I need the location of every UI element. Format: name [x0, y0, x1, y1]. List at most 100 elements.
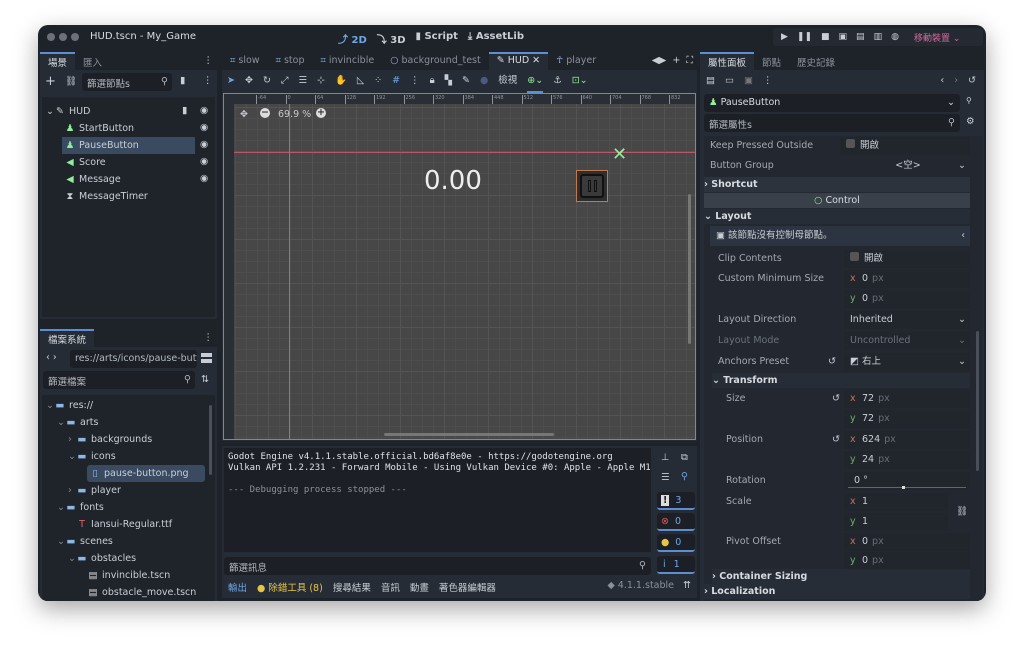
attach-script-icon[interactable]: ▮: [180, 75, 185, 86]
canvas-grid[interactable]: ✥ − 69.9 % + 0.00 ✕: [234, 104, 695, 439]
file-item[interactable]: ⌄ ▬ arts: [42, 414, 215, 431]
copy-icon[interactable]: ⧉: [681, 452, 688, 463]
tab-history[interactable]: 歷史記錄: [789, 52, 843, 70]
size-y[interactable]: y 72 px: [844, 410, 970, 428]
visibility-icon[interactable]: ◉: [200, 139, 208, 150]
file-filter-input[interactable]: 篩選檔案 ⚲: [43, 371, 195, 389]
script-icon[interactable]: ▮: [182, 105, 187, 116]
file-item[interactable]: ▤ obstacle_move.tscn: [42, 584, 215, 601]
reset-icon[interactable]: ↺: [828, 352, 836, 372]
workspace-3d[interactable]: ⤵ 3D: [377, 31, 406, 46]
scene-node[interactable]: ◀ Score: [42, 154, 215, 171]
pan-tool-icon[interactable]: ✋: [335, 71, 347, 91]
tab-scene[interactable]: 場景: [40, 52, 76, 70]
movie-icon[interactable]: ◍: [891, 32, 899, 42]
scale-y[interactable]: y1: [844, 513, 948, 531]
scene-filter-input[interactable]: 篩選節點s ⚲: [82, 73, 172, 91]
score-label[interactable]: 0.00: [424, 166, 482, 196]
bottom-tab[interactable]: ● 除錯工具 (8): [257, 580, 323, 594]
visibility-icon[interactable]: ◉: [200, 105, 208, 116]
filter-info-toggle[interactable]: i1: [657, 556, 695, 574]
link-icon[interactable]: ⛓: [65, 76, 77, 87]
scene-tab[interactable]: ☥ player: [548, 52, 604, 70]
pause-icon[interactable]: ❚❚: [797, 32, 812, 42]
lock-icon[interactable]: 🔒︎: [430, 71, 435, 91]
bottom-tab[interactable]: 著色器編輯器: [439, 580, 496, 594]
bottom-tab[interactable]: 搜尋結果: [333, 580, 371, 594]
pivot-y[interactable]: y 0 px: [844, 552, 970, 570]
file-item[interactable]: ▯ pause-button.png: [87, 465, 205, 482]
clear-icon[interactable]: ⊥: [661, 452, 669, 463]
viewport-vscrollbar[interactable]: [688, 194, 691, 344]
stop-icon[interactable]: ■: [821, 32, 830, 42]
tab-inspector[interactable]: 屬性面板: [700, 52, 755, 70]
scrollbar[interactable]: [976, 331, 979, 471]
section-layout[interactable]: ⌄ Layout: [704, 209, 970, 224]
filter-warnings-toggle[interactable]: ● 0: [657, 534, 695, 552]
canvas-viewport[interactable]: -64 0 64 128 192 256 320 384 448 512 576 640 704 768 8…: [223, 93, 696, 440]
file-item[interactable]: › ▬ player: [42, 482, 215, 499]
play-custom-icon[interactable]: ▥: [874, 32, 883, 42]
scale-x[interactable]: x1: [844, 493, 948, 511]
section-transform[interactable]: ⌄ Transform: [712, 373, 970, 388]
scene-node[interactable]: ♟ StartButton: [42, 120, 215, 137]
pivot-x[interactable]: x 0 px: [844, 533, 970, 551]
center-view-icon[interactable]: ✥: [240, 109, 248, 120]
dock-menu-icon[interactable]: ⋮: [200, 52, 218, 70]
layout-presets-icon[interactable]: ⊡⌄: [572, 71, 588, 91]
anchor-handles-icon[interactable]: ✕: [612, 144, 627, 165]
file-item[interactable]: › ▬ backgrounds: [42, 431, 215, 448]
scene-tab[interactable]: ⌗ slow: [222, 52, 268, 70]
add-node-button[interactable]: +: [45, 74, 56, 89]
pivot-tool-icon[interactable]: ⊹: [317, 71, 325, 91]
file-item[interactable]: ⌄ ▬ res://: [42, 397, 215, 414]
button-group-select[interactable]: <空> ⌄: [840, 157, 970, 175]
section-shortcut[interactable]: › Shortcut: [704, 177, 970, 192]
scroll-tabs-icon[interactable]: ◀▶: [652, 55, 667, 66]
zoom-in-icon[interactable]: +: [316, 108, 326, 118]
workspace-2d[interactable]: ⤴ 2D: [338, 31, 367, 46]
section-localization[interactable]: › Localization: [704, 584, 970, 599]
open-icon[interactable]: ▭: [725, 75, 734, 86]
container-anchor-icon[interactable]: ⊕⌄: [527, 71, 544, 93]
back-icon[interactable]: ‹: [940, 75, 944, 86]
play-scene-icon[interactable]: ▤: [856, 32, 865, 42]
file-item[interactable]: ⌄ ▬ scenes: [42, 533, 215, 550]
new-tab-icon[interactable]: +: [672, 55, 680, 66]
close-icon[interactable]: ✕: [532, 55, 540, 66]
keep-pressed-checkbox[interactable]: 開啟: [840, 137, 970, 155]
traffic-lights[interactable]: [47, 33, 79, 44]
visibility-icon[interactable]: ◉: [200, 122, 208, 133]
vertical-ruler[interactable]: [224, 104, 234, 439]
tab-node[interactable]: 節點: [754, 52, 789, 70]
bottom-tab[interactable]: 動畫: [410, 580, 429, 594]
visibility-icon[interactable]: ◉: [200, 156, 208, 167]
pause-button-node[interactable]: [576, 170, 608, 202]
file-item[interactable]: ▤ invincible.tscn: [42, 567, 215, 584]
min-size-x[interactable]: x 0 px: [844, 270, 970, 288]
distraction-free-icon[interactable]: ⛶: [686, 55, 693, 66]
min-size-y[interactable]: y 0 px: [844, 290, 970, 308]
back-icon[interactable]: ‹ ›: [46, 352, 57, 363]
bottom-tab[interactable]: 音訊: [381, 580, 400, 594]
group-icon[interactable]: ▚: [445, 71, 452, 91]
reset-icon[interactable]: ↺: [832, 430, 840, 450]
tab-filesystem[interactable]: 檔案系統: [40, 329, 95, 347]
output-log[interactable]: Godot Engine v4.1.1.stable.official.bd6a…: [224, 448, 651, 552]
ruler-tool-icon[interactable]: ◺: [357, 71, 364, 91]
clip-contents-checkbox[interactable]: 開啟: [844, 250, 970, 268]
viewport-hscrollbar[interactable]: [384, 433, 554, 436]
filter-errors-toggle[interactable]: ⊗ 0: [657, 513, 695, 531]
layout-direction-select[interactable]: Inherited ⌄: [844, 311, 970, 329]
doc-icon[interactable]: ⚲: [966, 96, 972, 105]
property-options-icon[interactable]: ⚙: [966, 116, 975, 127]
dock-menu-icon[interactable]: ⋮: [200, 329, 218, 347]
history-icon[interactable]: ↺: [968, 75, 976, 86]
workspace-assetlib[interactable]: ⤓ AssetLib: [468, 31, 524, 46]
scene-node[interactable]: ⌄ ✎ HUD: [42, 103, 215, 120]
device-select[interactable]: 移動裝置 ⌄: [914, 31, 960, 44]
snap-options-icon[interactable]: ⋮: [410, 71, 420, 91]
bone-icon[interactable]: ✎: [462, 71, 470, 91]
scene-node[interactable]: ◀ Message: [42, 171, 215, 188]
file-item[interactable]: T Iansui-Regular.ttf: [42, 516, 215, 533]
